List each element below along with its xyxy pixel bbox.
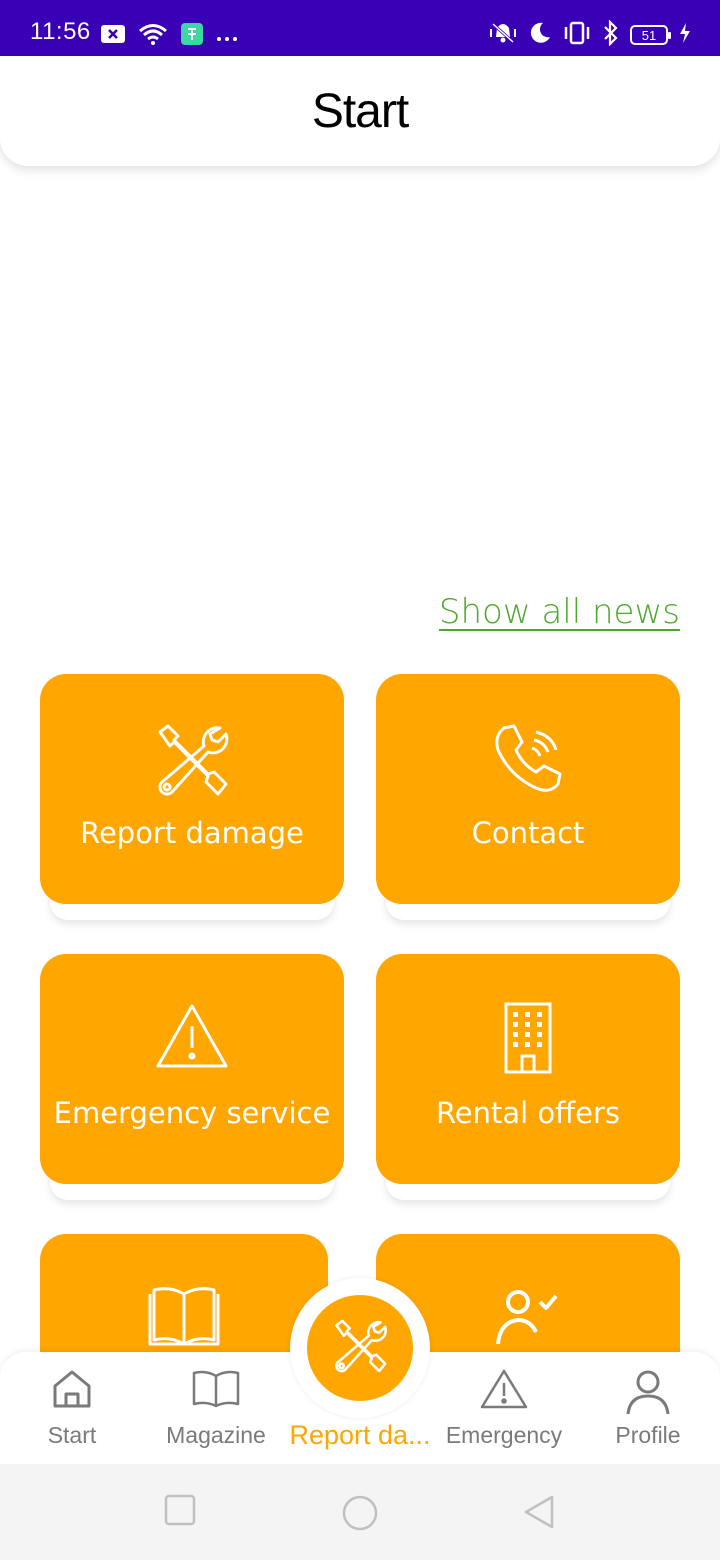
warning-icon <box>432 1368 576 1410</box>
report-damage-fab-ring <box>290 1278 430 1418</box>
system-nav-bar <box>0 1464 720 1560</box>
nav-label: Report da... <box>289 1420 431 1450</box>
nav-item-start[interactable]: Start <box>0 1352 144 1464</box>
bluetooth-icon <box>602 19 620 50</box>
tile-label: Report damage <box>80 816 304 850</box>
tile-label: Contact <box>471 816 585 850</box>
vibration-mode-icon <box>562 21 592 49</box>
tile-report-damage[interactable]: Report damage <box>40 674 344 904</box>
charging-icon <box>678 22 692 48</box>
nav-item-magazine[interactable]: Magazine <box>144 1352 288 1464</box>
phone-icon <box>376 722 680 798</box>
person-icon <box>576 1368 720 1416</box>
tile-contact[interactable]: Contact <box>376 674 680 904</box>
tools-icon <box>332 1318 388 1378</box>
tile-contact-wrap: Contact <box>376 674 680 920</box>
tools-icon <box>40 722 344 798</box>
status-left-icons <box>100 22 238 50</box>
nav-label: Magazine <box>166 1422 266 1448</box>
status-bar: 11:56 51 <box>0 0 720 56</box>
app-header: Start <box>0 56 720 166</box>
nav-item-emergency[interactable]: Emergency <box>432 1352 576 1464</box>
report-damage-fab[interactable] <box>307 1295 413 1401</box>
nav-label: Emergency <box>445 1422 563 1448</box>
vibrate-icon <box>488 22 518 48</box>
tile-rental-offers-wrap: Rental offers <box>376 954 680 1200</box>
home-icon <box>0 1368 144 1410</box>
wifi-icon <box>138 23 168 49</box>
status-time: 11:56 <box>30 18 91 45</box>
tile-emergency-service-wrap: Emergency service <box>40 954 344 1200</box>
nav-label: Start <box>47 1422 97 1448</box>
moon-icon <box>528 21 552 49</box>
warning-icon <box>40 1002 344 1072</box>
home-button[interactable] <box>341 1494 379 1536</box>
page-title: Start <box>311 85 409 138</box>
tile-label: Rental offers <box>435 1096 621 1130</box>
tile-rental-offers[interactable]: Rental offers <box>376 954 680 1184</box>
nav-item-profile[interactable]: Profile <box>576 1352 720 1464</box>
book-icon <box>40 1282 328 1348</box>
building-icon <box>376 1002 680 1074</box>
tile-emergency-service[interactable]: Emergency service <box>40 954 344 1184</box>
back-button[interactable] <box>522 1494 556 1534</box>
book-icon <box>144 1368 288 1410</box>
more-dots-icon <box>216 27 238 46</box>
nav-label: Profile <box>615 1422 681 1448</box>
tile-report-damage-wrap: Report damage <box>40 674 344 920</box>
recents-button[interactable] <box>164 1494 196 1530</box>
battery-icon: 51 <box>630 25 671 45</box>
status-right-icons: 51 <box>488 19 692 50</box>
app-icon <box>180 22 204 50</box>
tile-label: Emergency service <box>53 1096 331 1130</box>
show-all-news-link[interactable]: Show all news <box>439 592 680 632</box>
notification-icon <box>100 24 126 48</box>
